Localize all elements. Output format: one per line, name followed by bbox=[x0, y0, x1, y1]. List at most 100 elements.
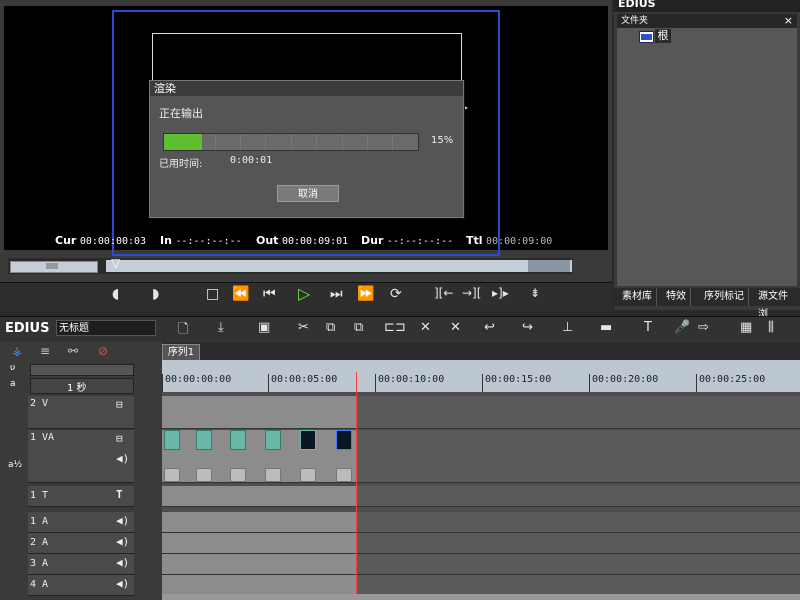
audio-clip[interactable] bbox=[300, 468, 316, 482]
cut-icon[interactable]: ✂ bbox=[298, 320, 309, 335]
track-name: 4 A bbox=[30, 579, 49, 590]
track-name: 1 VA bbox=[30, 432, 55, 443]
timecode-dur: Dur --:--:--:-- bbox=[361, 234, 453, 247]
scrub-position-icon[interactable]: ▽ bbox=[111, 256, 120, 270]
monitor-icon[interactable]: ⊟ bbox=[116, 398, 123, 411]
mark-in-icon[interactable]: ◖ bbox=[112, 286, 119, 302]
speaker-icon[interactable]: ◀) bbox=[116, 577, 129, 590]
video-clip[interactable] bbox=[196, 430, 212, 450]
mixer-icon[interactable]: ⫼ bbox=[768, 320, 774, 335]
set-out-icon[interactable]: →][ bbox=[462, 286, 481, 300]
overwrite-icon[interactable]: ⇟ bbox=[530, 286, 540, 300]
scrub-bar[interactable] bbox=[106, 260, 572, 272]
rewind-icon[interactable]: ⏪ bbox=[232, 286, 249, 302]
step-forward-icon[interactable]: ⏭ bbox=[330, 286, 343, 302]
timecode-ttl: Ttl 00:00:09:00 bbox=[466, 234, 552, 247]
timecode-ttl-label: Ttl bbox=[466, 234, 483, 247]
close-icon[interactable]: × bbox=[784, 14, 793, 28]
video-clip[interactable] bbox=[230, 430, 246, 450]
play-icon[interactable]: ▷ bbox=[298, 284, 310, 303]
replace-icon[interactable]: ⊏⊐ bbox=[384, 320, 406, 335]
transition-icon[interactable]: ▬ bbox=[600, 320, 612, 335]
video-toggle-icon[interactable]: υ bbox=[10, 363, 15, 373]
track-4a-header[interactable]: 4 A ◀) bbox=[28, 575, 134, 596]
track-1va-header[interactable]: 1 VA ⊟ ◀) bbox=[28, 430, 134, 483]
render-progress-fill bbox=[164, 134, 203, 150]
speaker-icon[interactable]: ◀) bbox=[116, 452, 129, 465]
ruler-label: 00:00:00:00 bbox=[165, 374, 232, 385]
ruler-label: 00:00:10:00 bbox=[378, 374, 445, 385]
video-clip[interactable] bbox=[265, 430, 281, 450]
ripple-delete-icon[interactable]: ✕ bbox=[450, 320, 461, 335]
set-in-icon[interactable]: ][← bbox=[434, 286, 453, 300]
track-link-icon[interactable]: ⚯ bbox=[68, 344, 78, 358]
tab-bin[interactable]: 素材库 bbox=[618, 288, 657, 306]
timeline-scrollbar[interactable] bbox=[162, 594, 800, 600]
track-name: 2 V bbox=[30, 398, 49, 409]
save-icon[interactable]: ▣ bbox=[258, 320, 270, 335]
grid-icon[interactable]: ▦ bbox=[740, 320, 752, 335]
insert-icon[interactable]: ▸]▸ bbox=[492, 286, 509, 300]
time-ruler[interactable]: 00:00:00:00 00:00:05:00 00:00:10:00 00:0… bbox=[162, 360, 800, 392]
speaker-icon[interactable]: ◀) bbox=[116, 514, 129, 527]
timeline-playhead[interactable] bbox=[356, 372, 357, 600]
audio-toggle-icon[interactable]: a bbox=[10, 379, 16, 389]
speaker-icon[interactable]: ◀) bbox=[116, 556, 129, 569]
frame-marker-icon: ▸ bbox=[464, 103, 469, 112]
timecode-cur-label: Cur bbox=[55, 234, 77, 247]
tab-sequence-markers[interactable]: 序列标记 bbox=[700, 288, 749, 306]
monitor-icon[interactable]: ⊟ bbox=[116, 432, 123, 445]
track-3a-header[interactable]: 3 A ◀) bbox=[28, 554, 134, 575]
audio-channel-icon[interactable]: a½ bbox=[8, 460, 22, 470]
zoom-slider[interactable] bbox=[30, 364, 134, 376]
delete-icon[interactable]: ✕ bbox=[420, 320, 431, 335]
tab-effects[interactable]: 特效 bbox=[662, 288, 691, 306]
video-clip[interactable] bbox=[164, 430, 180, 450]
track-2v-header[interactable]: 2 V ⊟ bbox=[28, 396, 134, 429]
audio-clip[interactable] bbox=[196, 468, 212, 482]
track-sync-icon[interactable]: ≡ bbox=[40, 344, 50, 358]
track-2a-header[interactable]: 2 A ◀) bbox=[28, 533, 134, 554]
video-clip[interactable] bbox=[300, 430, 316, 450]
track-1a-header[interactable]: 1 A ◀) bbox=[28, 512, 134, 533]
audio-clip[interactable] bbox=[336, 468, 352, 482]
speaker-icon[interactable]: ◀) bbox=[116, 535, 129, 548]
tab-source-browser[interactable]: 源文件浏 bbox=[754, 288, 800, 320]
ruler-label: 00:00:05:00 bbox=[271, 374, 338, 385]
track-1t-header[interactable]: 1 T T bbox=[28, 486, 134, 507]
loop-icon[interactable]: ⟳ bbox=[390, 286, 402, 302]
paste-icon[interactable]: ⧉ bbox=[354, 320, 363, 335]
copy-icon[interactable]: ⧉ bbox=[326, 320, 335, 335]
track-add-icon[interactable]: ⚶ bbox=[12, 344, 22, 358]
cancel-button[interactable]: 取消 bbox=[277, 185, 339, 202]
stop-icon[interactable]: □ bbox=[206, 286, 219, 302]
export-icon[interactable]: ⇨ bbox=[698, 320, 709, 335]
timecode-in-value: --:--:--:-- bbox=[175, 236, 242, 247]
undo-icon[interactable]: ↩ bbox=[484, 320, 495, 335]
split-icon[interactable]: ⊥ bbox=[562, 320, 573, 335]
shuttle-handle[interactable] bbox=[46, 263, 58, 269]
mark-out-icon[interactable]: ◗ bbox=[152, 286, 159, 302]
redo-icon[interactable]: ↪ bbox=[522, 320, 533, 335]
scale-select[interactable]: 1 秒 bbox=[30, 378, 134, 394]
title-icon[interactable]: T bbox=[644, 320, 652, 335]
track-name: 1 A bbox=[30, 516, 49, 527]
bin-window-title: EDIUS bbox=[618, 0, 656, 10]
audio-clip[interactable] bbox=[230, 468, 246, 482]
audio-clip[interactable] bbox=[265, 468, 281, 482]
timecode-dur-value: --:--:--:-- bbox=[386, 236, 454, 247]
step-back-icon[interactable]: ⏮ bbox=[263, 286, 276, 302]
video-clip-selected[interactable] bbox=[336, 430, 352, 450]
new-file-icon[interactable]: 🗋 bbox=[178, 320, 188, 342]
audio-clip[interactable] bbox=[164, 468, 180, 482]
fast-forward-icon[interactable]: ⏩ bbox=[357, 286, 374, 302]
timecode-in-label: In bbox=[160, 234, 172, 247]
microphone-icon[interactable]: 🎤 bbox=[674, 320, 690, 335]
timecode-out-value: 00:00:09:01 bbox=[281, 236, 349, 247]
folder-root[interactable]: 根 bbox=[655, 29, 671, 43]
folder-panel-title: 文件夹 bbox=[621, 16, 649, 26]
project-name-field[interactable]: 无标题 bbox=[56, 320, 156, 336]
track-lock-icon[interactable]: ⊘ bbox=[98, 344, 108, 358]
tab-sequence[interactable]: 序列1 bbox=[162, 344, 200, 360]
open-project-icon[interactable]: ⤓ bbox=[218, 320, 224, 335]
